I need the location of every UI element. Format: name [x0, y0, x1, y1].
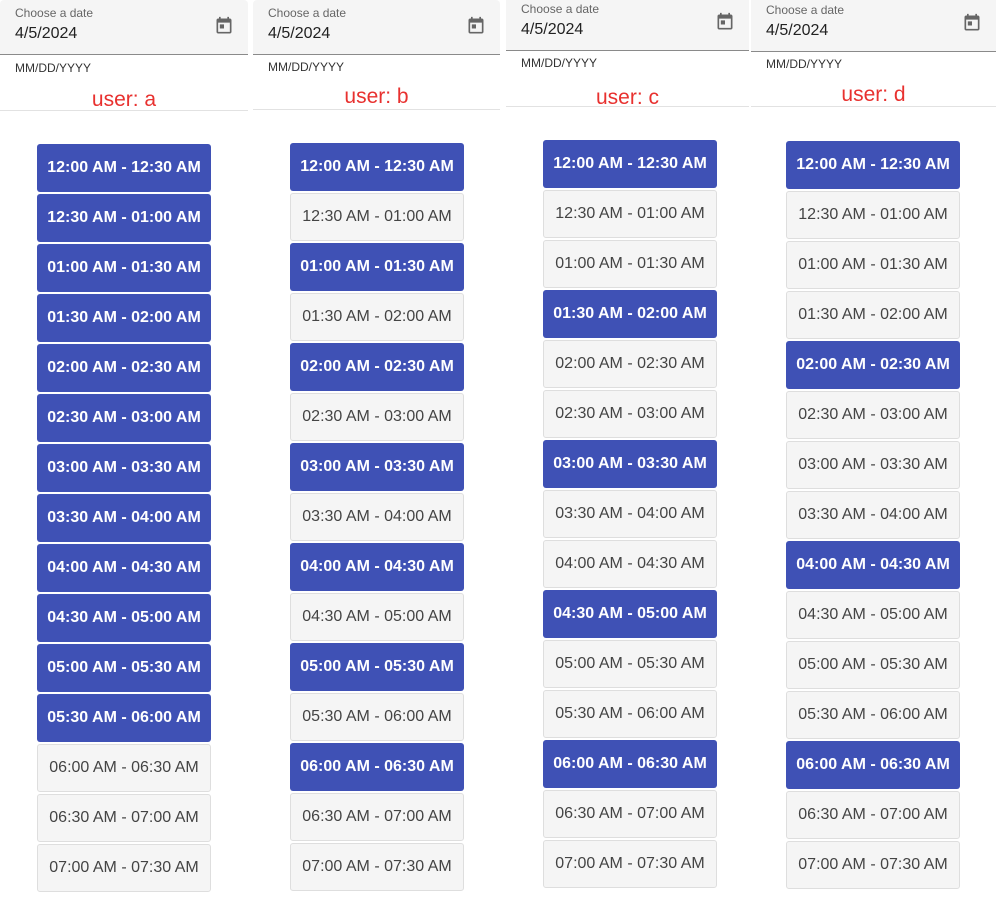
time-slot[interactable]: 06:00 AM - 06:30 AM [37, 744, 211, 792]
time-slot[interactable]: 06:30 AM - 07:00 AM [37, 794, 211, 842]
user-label: user: d [841, 83, 906, 106]
time-slot-selected[interactable]: 02:00 AM - 02:30 AM [37, 344, 211, 392]
time-slot[interactable]: 04:30 AM - 05:00 AM [290, 593, 464, 641]
time-slot-selected[interactable]: 01:00 AM - 01:30 AM [37, 244, 211, 292]
date-field-label: Choose a date [268, 6, 347, 20]
time-slot-selected[interactable]: 02:30 AM - 03:00 AM [37, 394, 211, 442]
time-slot[interactable]: 05:30 AM - 06:00 AM [290, 693, 464, 741]
time-slot[interactable]: 05:00 AM - 05:30 AM [543, 640, 717, 688]
date-field-value[interactable]: 4/5/2024 [268, 25, 330, 43]
time-slot-selected[interactable]: 12:30 AM - 01:00 AM [37, 194, 211, 242]
date-format-hint: MM/DD/YYYY [766, 57, 843, 71]
panel-user-c: Choose a date 4/5/2024 MM/DD/YYYY user: … [506, 0, 749, 902]
time-slot[interactable]: 06:30 AM - 07:00 AM [786, 791, 960, 839]
time-slot-selected[interactable]: 06:00 AM - 06:30 AM [290, 743, 464, 791]
time-slot[interactable]: 07:00 AM - 07:30 AM [37, 844, 211, 892]
time-slot-selected[interactable]: 06:00 AM - 06:30 AM [543, 740, 717, 788]
time-slot-selected[interactable]: 12:00 AM - 12:30 AM [786, 141, 960, 189]
time-slot[interactable]: 03:30 AM - 04:00 AM [543, 490, 717, 538]
date-field[interactable]: Choose a date 4/5/2024 [253, 0, 500, 55]
panel-user-b: Choose a date 4/5/2024 MM/DD/YYYY user: … [253, 0, 500, 902]
time-slot[interactable]: 07:00 AM - 07:30 AM [543, 840, 717, 888]
time-slot[interactable]: 01:30 AM - 02:00 AM [290, 293, 464, 341]
time-slot[interactable]: 02:30 AM - 03:00 AM [786, 391, 960, 439]
time-slot-selected[interactable]: 03:30 AM - 04:00 AM [37, 494, 211, 542]
time-slot-selected[interactable]: 04:30 AM - 05:00 AM [543, 590, 717, 638]
divider [253, 109, 500, 110]
time-slot[interactable]: 05:30 AM - 06:00 AM [786, 691, 960, 739]
time-slot-selected[interactable]: 02:00 AM - 02:30 AM [290, 343, 464, 391]
user-label: user: b [344, 85, 409, 108]
time-slot[interactable]: 12:30 AM - 01:00 AM [290, 193, 464, 241]
calendar-icon[interactable] [466, 16, 486, 36]
time-slot-selected[interactable]: 04:00 AM - 04:30 AM [37, 544, 211, 592]
date-format-hint: MM/DD/YYYY [15, 61, 92, 75]
time-slot[interactable]: 12:30 AM - 01:00 AM [543, 190, 717, 238]
time-slot-selected[interactable]: 03:00 AM - 03:30 AM [37, 444, 211, 492]
calendar-icon[interactable] [715, 12, 735, 32]
time-slot-selected[interactable]: 04:00 AM - 04:30 AM [786, 541, 960, 589]
divider [751, 106, 996, 107]
time-slot[interactable]: 02:00 AM - 02:30 AM [543, 340, 717, 388]
divider [0, 110, 248, 111]
divider [506, 106, 749, 107]
time-slot-selected[interactable]: 04:00 AM - 04:30 AM [290, 543, 464, 591]
time-slot[interactable]: 04:30 AM - 05:00 AM [786, 591, 960, 639]
date-field[interactable]: Choose a date 4/5/2024 [0, 0, 248, 55]
time-slot[interactable]: 07:00 AM - 07:30 AM [786, 841, 960, 889]
time-slot-selected[interactable]: 05:00 AM - 05:30 AM [290, 643, 464, 691]
time-slot-selected[interactable]: 01:30 AM - 02:00 AM [37, 294, 211, 342]
date-field-label: Choose a date [766, 3, 845, 17]
time-slot-selected[interactable]: 02:00 AM - 02:30 AM [786, 341, 960, 389]
calendar-icon[interactable] [214, 16, 234, 36]
panel-user-d: Choose a date 4/5/2024 MM/DD/YYYY user: … [751, 0, 996, 902]
time-slot-selected[interactable]: 12:00 AM - 12:30 AM [543, 140, 717, 188]
time-slot[interactable]: 06:30 AM - 07:00 AM [543, 790, 717, 838]
date-field-label: Choose a date [521, 2, 600, 16]
time-slot[interactable]: 01:30 AM - 02:00 AM [786, 291, 960, 339]
time-slot-selected[interactable]: 03:00 AM - 03:30 AM [290, 443, 464, 491]
time-slot-selected[interactable]: 01:00 AM - 01:30 AM [290, 243, 464, 291]
user-label: user: a [91, 88, 157, 111]
time-slot-selected[interactable]: 12:00 AM - 12:30 AM [37, 144, 211, 192]
time-slot[interactable]: 02:30 AM - 03:00 AM [543, 390, 717, 438]
time-slot-selected[interactable]: 04:30 AM - 05:00 AM [37, 594, 211, 642]
time-slot[interactable]: 02:30 AM - 03:00 AM [290, 393, 464, 441]
time-slot-selected[interactable]: 01:30 AM - 02:00 AM [543, 290, 717, 338]
date-field-value[interactable]: 4/5/2024 [15, 25, 77, 43]
time-slot[interactable]: 07:00 AM - 07:30 AM [290, 843, 464, 891]
date-format-hint: MM/DD/YYYY [521, 56, 598, 70]
time-slot[interactable]: 06:30 AM - 07:00 AM [290, 793, 464, 841]
calendar-icon[interactable] [962, 13, 982, 33]
date-field-label: Choose a date [15, 6, 94, 20]
time-slot-selected[interactable]: 03:00 AM - 03:30 AM [543, 440, 717, 488]
time-slot[interactable]: 05:00 AM - 05:30 AM [786, 641, 960, 689]
panel-user-a: Choose a date 4/5/2024 MM/DD/YYYY user: … [0, 0, 248, 902]
time-slot-selected[interactable]: 05:30 AM - 06:00 AM [37, 694, 211, 742]
time-slot[interactable]: 03:00 AM - 03:30 AM [786, 441, 960, 489]
time-slot[interactable]: 01:00 AM - 01:30 AM [543, 240, 717, 288]
time-slot[interactable]: 05:30 AM - 06:00 AM [543, 690, 717, 738]
time-slot[interactable]: 03:30 AM - 04:00 AM [290, 493, 464, 541]
time-slot-selected[interactable]: 05:00 AM - 05:30 AM [37, 644, 211, 692]
date-format-hint: MM/DD/YYYY [268, 60, 345, 74]
time-slot-selected[interactable]: 12:00 AM - 12:30 AM [290, 143, 464, 191]
date-field[interactable]: Choose a date 4/5/2024 [751, 0, 996, 52]
date-field-value[interactable]: 4/5/2024 [521, 21, 583, 39]
time-slot-selected[interactable]: 06:00 AM - 06:30 AM [786, 741, 960, 789]
time-slot[interactable]: 01:00 AM - 01:30 AM [786, 241, 960, 289]
date-field[interactable]: Choose a date 4/5/2024 [506, 0, 749, 51]
time-slot[interactable]: 03:30 AM - 04:00 AM [786, 491, 960, 539]
time-slot[interactable]: 12:30 AM - 01:00 AM [786, 191, 960, 239]
date-field-value[interactable]: 4/5/2024 [766, 22, 828, 40]
time-slot[interactable]: 04:00 AM - 04:30 AM [543, 540, 717, 588]
